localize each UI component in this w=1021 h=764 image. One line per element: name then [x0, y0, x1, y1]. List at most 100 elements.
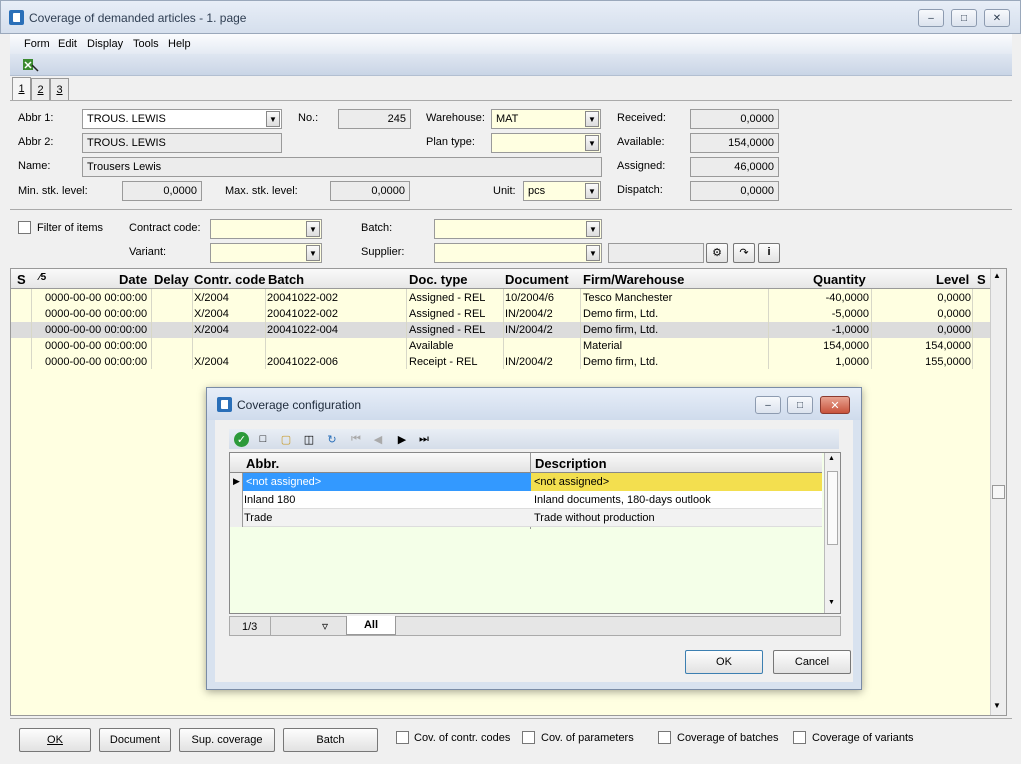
cov-params-checkbox[interactable] — [522, 731, 535, 744]
scroll-down-icon[interactable]: ▼ — [828, 599, 835, 606]
variant-field[interactable]: ▼ — [210, 243, 322, 263]
confirm-icon[interactable]: ✓ — [234, 432, 249, 447]
chevron-down-icon[interactable]: ▼ — [266, 111, 280, 127]
chevron-down-icon[interactable]: ▼ — [585, 135, 599, 151]
scroll-thumb[interactable] — [827, 471, 838, 545]
col-delay[interactable]: Delay — [154, 272, 189, 287]
cov-contr-checkbox[interactable] — [396, 731, 409, 744]
col-quantity[interactable]: Quantity — [813, 272, 866, 287]
col-sort[interactable]: ⁄5 — [39, 272, 46, 283]
close-icon[interactable]: ✕ — [984, 9, 1010, 27]
batch-button[interactable]: Batch — [283, 728, 378, 752]
table-row[interactable]: Trade Trade without production — [230, 509, 822, 527]
no-field[interactable]: 245 — [338, 109, 411, 129]
export-icon[interactable] — [22, 57, 40, 73]
new-icon[interactable]: □ — [256, 432, 270, 446]
config-grid-scrollbar[interactable]: ▲ ▼ — [824, 453, 840, 613]
table-row[interactable]: Inland 180 Inland documents, 180-days ou… — [230, 491, 822, 509]
abbr1-field[interactable]: TROUS. LEWIS ▼ — [82, 109, 282, 129]
chevron-down-icon[interactable]: ▼ — [586, 221, 600, 237]
filter-items-checkbox[interactable] — [18, 221, 31, 234]
plan-type-field[interactable]: ▼ — [491, 133, 601, 153]
col-contr-code[interactable]: Contr. code — [194, 272, 266, 287]
first-record-icon[interactable]: ⏮ — [349, 432, 363, 446]
col-firm-warehouse[interactable]: Firm/Warehouse — [583, 272, 684, 287]
ok-button[interactable]: OK — [19, 728, 91, 752]
col-description[interactable]: Description — [535, 456, 607, 471]
grid-header: S ⁄5 Date Delay Contr. code Batch Doc. t… — [11, 269, 991, 289]
tab-3[interactable]: 3 — [50, 78, 69, 100]
supplier-field[interactable]: ▼ — [434, 243, 602, 263]
scroll-thumb[interactable] — [992, 485, 1005, 499]
cov-variants-checkbox[interactable] — [793, 731, 806, 744]
unit-field[interactable]: pcs ▼ — [523, 181, 601, 201]
open-folder-icon[interactable]: ▢ — [279, 432, 293, 446]
filter-tab-all[interactable]: All — [346, 616, 396, 635]
delete-icon[interactable]: ◫ — [302, 432, 316, 446]
filter-icon[interactable]: ▿ — [322, 619, 328, 633]
contract-code-field[interactable]: ▼ — [210, 219, 322, 239]
menu-help[interactable]: Help — [168, 38, 191, 50]
close-icon[interactable]: ✕ — [820, 396, 850, 414]
table-row[interactable]: 0000-00-00 00:00:00 X/2004 20041022-004 Ass… — [11, 322, 991, 338]
table-row[interactable]: 0000-00-00 00:00:00 Available Material 154,… — [11, 338, 991, 354]
menu-edit[interactable]: Edit — [58, 38, 77, 50]
table-row[interactable]: 0000-00-00 00:00:00 X/2004 20041022-006 Rec… — [11, 354, 991, 370]
col-batch[interactable]: Batch — [268, 272, 304, 287]
maximize-icon[interactable]: □ — [787, 396, 813, 414]
gear-icon[interactable]: ⚙ — [706, 243, 728, 263]
supplier-label: Supplier: — [361, 246, 405, 258]
sup-coverage-button[interactable]: Sup. coverage — [179, 728, 275, 752]
chevron-down-icon[interactable]: ▼ — [586, 245, 600, 261]
cov-batches-checkbox[interactable] — [658, 731, 671, 744]
table-row[interactable]: ▶ <not assigned> <not assigned> — [230, 473, 822, 491]
menu-form[interactable]: Form — [24, 38, 50, 50]
scroll-down-icon[interactable]: ▼ — [993, 701, 1001, 710]
tab-2[interactable]: 2 — [31, 78, 50, 100]
chevron-down-icon[interactable]: ▼ — [306, 245, 320, 261]
table-row[interactable]: 0000-00-00 00:00:00 X/2004 20041022-002 Ass… — [11, 306, 991, 322]
max-stock-field[interactable]: 0,0000 — [330, 181, 410, 201]
dialog-ok-button[interactable]: OK — [685, 650, 763, 674]
prev-record-icon[interactable]: ◀ — [371, 432, 385, 446]
cell-firm: Demo firm, Ltd. — [583, 324, 659, 336]
last-record-icon[interactable]: ⏭ — [417, 432, 431, 446]
min-stock-field[interactable]: 0,0000 — [122, 181, 202, 201]
scroll-up-icon[interactable]: ▲ — [993, 271, 1001, 280]
chevron-down-icon[interactable]: ▼ — [585, 111, 599, 127]
chevron-down-icon[interactable]: ▼ — [585, 183, 599, 199]
tab-1[interactable]: 1 — [12, 77, 31, 100]
col-abbr[interactable]: Abbr. — [246, 456, 279, 471]
maximize-icon[interactable]: □ — [951, 9, 977, 27]
search-input[interactable] — [608, 243, 704, 263]
cell-firm: Tesco Manchester — [583, 292, 673, 304]
col-s[interactable]: S — [17, 272, 26, 287]
cell-date: 0000-00-00 00:00:00 — [45, 324, 148, 336]
name-field[interactable]: Trousers Lewis — [82, 157, 602, 177]
dialog-cancel-button[interactable]: Cancel — [773, 650, 851, 674]
refresh-icon[interactable]: ↷ — [733, 243, 755, 263]
col-level[interactable]: Level — [936, 272, 969, 287]
cell-firm: Material — [583, 340, 623, 352]
menu-display[interactable]: Display — [87, 38, 123, 50]
col-date[interactable]: Date — [119, 272, 147, 287]
minimize-icon[interactable]: – — [918, 9, 944, 27]
table-row[interactable]: 0000-00-00 00:00:00 X/2004 20041022-002 Ass… — [11, 290, 991, 306]
document-button[interactable]: Document — [99, 728, 171, 752]
cell-qty: 154,0000 — [823, 340, 869, 352]
col-doc-type[interactable]: Doc. type — [409, 272, 468, 287]
info-icon[interactable]: i — [758, 243, 780, 263]
refresh-icon[interactable]: ↻ — [325, 432, 339, 446]
grid-scrollbar[interactable]: ▲ ▼ — [990, 269, 1006, 715]
abbr2-field[interactable]: TROUS. LEWIS — [82, 133, 282, 153]
scroll-up-icon[interactable]: ▲ — [828, 455, 835, 462]
warehouse-field[interactable]: MAT ▼ — [491, 109, 601, 129]
col-document[interactable]: Document — [505, 272, 569, 287]
menu-tools[interactable]: Tools — [133, 38, 159, 50]
minimize-icon[interactable]: – — [755, 396, 781, 414]
col-s2[interactable]: S — [977, 272, 986, 287]
batch-field[interactable]: ▼ — [434, 219, 602, 239]
next-record-icon[interactable]: ▶ — [395, 432, 409, 446]
cell-batch: 20041022-006 — [267, 356, 338, 368]
chevron-down-icon[interactable]: ▼ — [306, 221, 320, 237]
